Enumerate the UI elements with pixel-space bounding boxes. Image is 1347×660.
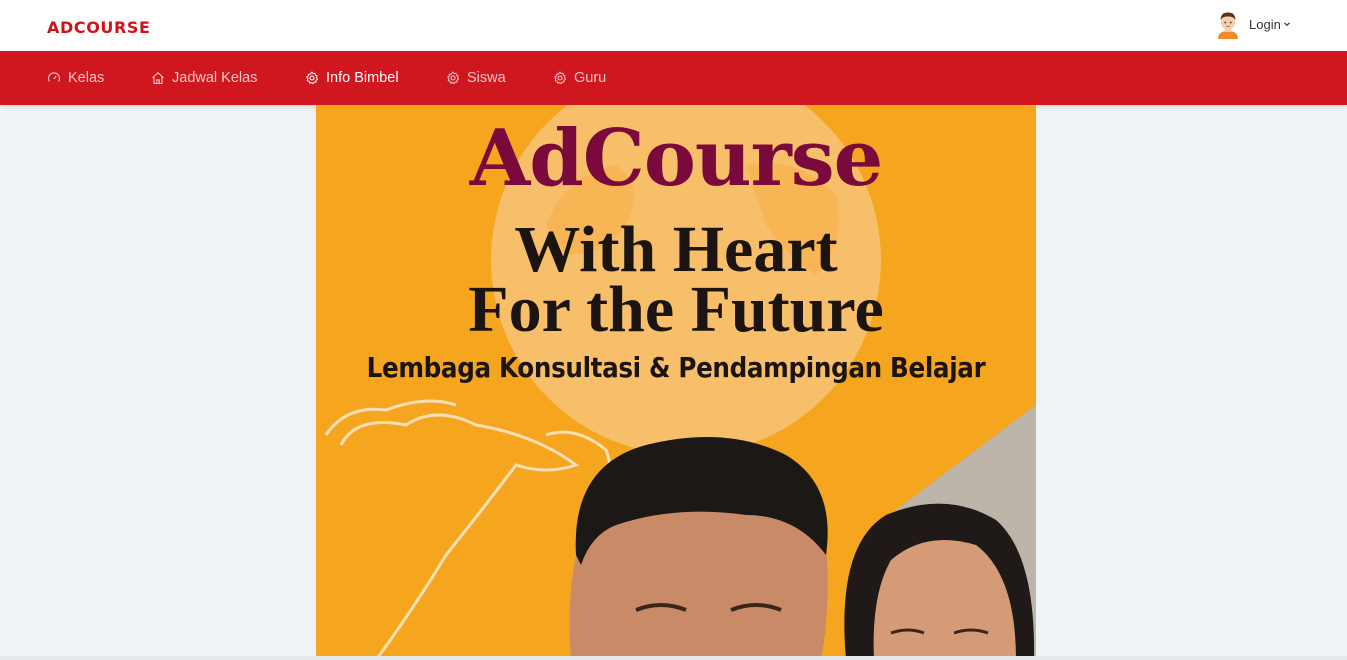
page-bottom-edge — [0, 656, 1347, 660]
nav-item-guru[interactable]: Guru — [553, 51, 606, 105]
nav-item-siswa[interactable]: Siswa — [446, 51, 506, 105]
nav-item-jadwal-kelas[interactable]: Jadwal Kelas — [151, 51, 257, 105]
home-icon — [152, 72, 164, 85]
main-navbar: Kelas Jadwal Kelas Info Bimbel Siswa Gur… — [0, 51, 1347, 105]
brand-logo[interactable]: ADCOURSE — [47, 18, 151, 37]
gear-icon — [447, 71, 460, 85]
nav-item-label: Kelas — [68, 70, 105, 86]
banner-subtitle: Lembaga Konsultasi & Pendampingan Belaja… — [366, 351, 986, 384]
login-label[interactable]: Login — [1249, 17, 1281, 32]
banner-tagline-2: For the Future — [468, 273, 884, 346]
nav-item-kelas[interactable]: Kelas — [47, 51, 104, 105]
user-avatar-icon[interactable] — [1214, 9, 1242, 39]
user-menu[interactable]: Login — [1214, 9, 1291, 39]
gear-icon — [306, 71, 319, 85]
banner-title: AdCourse — [469, 113, 884, 204]
nav-item-label: Jadwal Kelas — [172, 70, 258, 86]
chevron-down-icon[interactable] — [1283, 20, 1291, 28]
nav-item-label: Guru — [574, 70, 607, 86]
gauge-icon — [47, 72, 61, 82]
top-header: ADCOURSE Login — [0, 0, 1347, 51]
promo-banner: AdCourse With Heart For the Future Lemba… — [316, 105, 1036, 660]
nav-item-label: Info Bimbel — [326, 70, 399, 86]
gear-icon — [554, 71, 567, 85]
nav-item-info-bimbel[interactable]: Info Bimbel — [305, 51, 399, 105]
nav-item-label: Siswa — [467, 70, 506, 86]
